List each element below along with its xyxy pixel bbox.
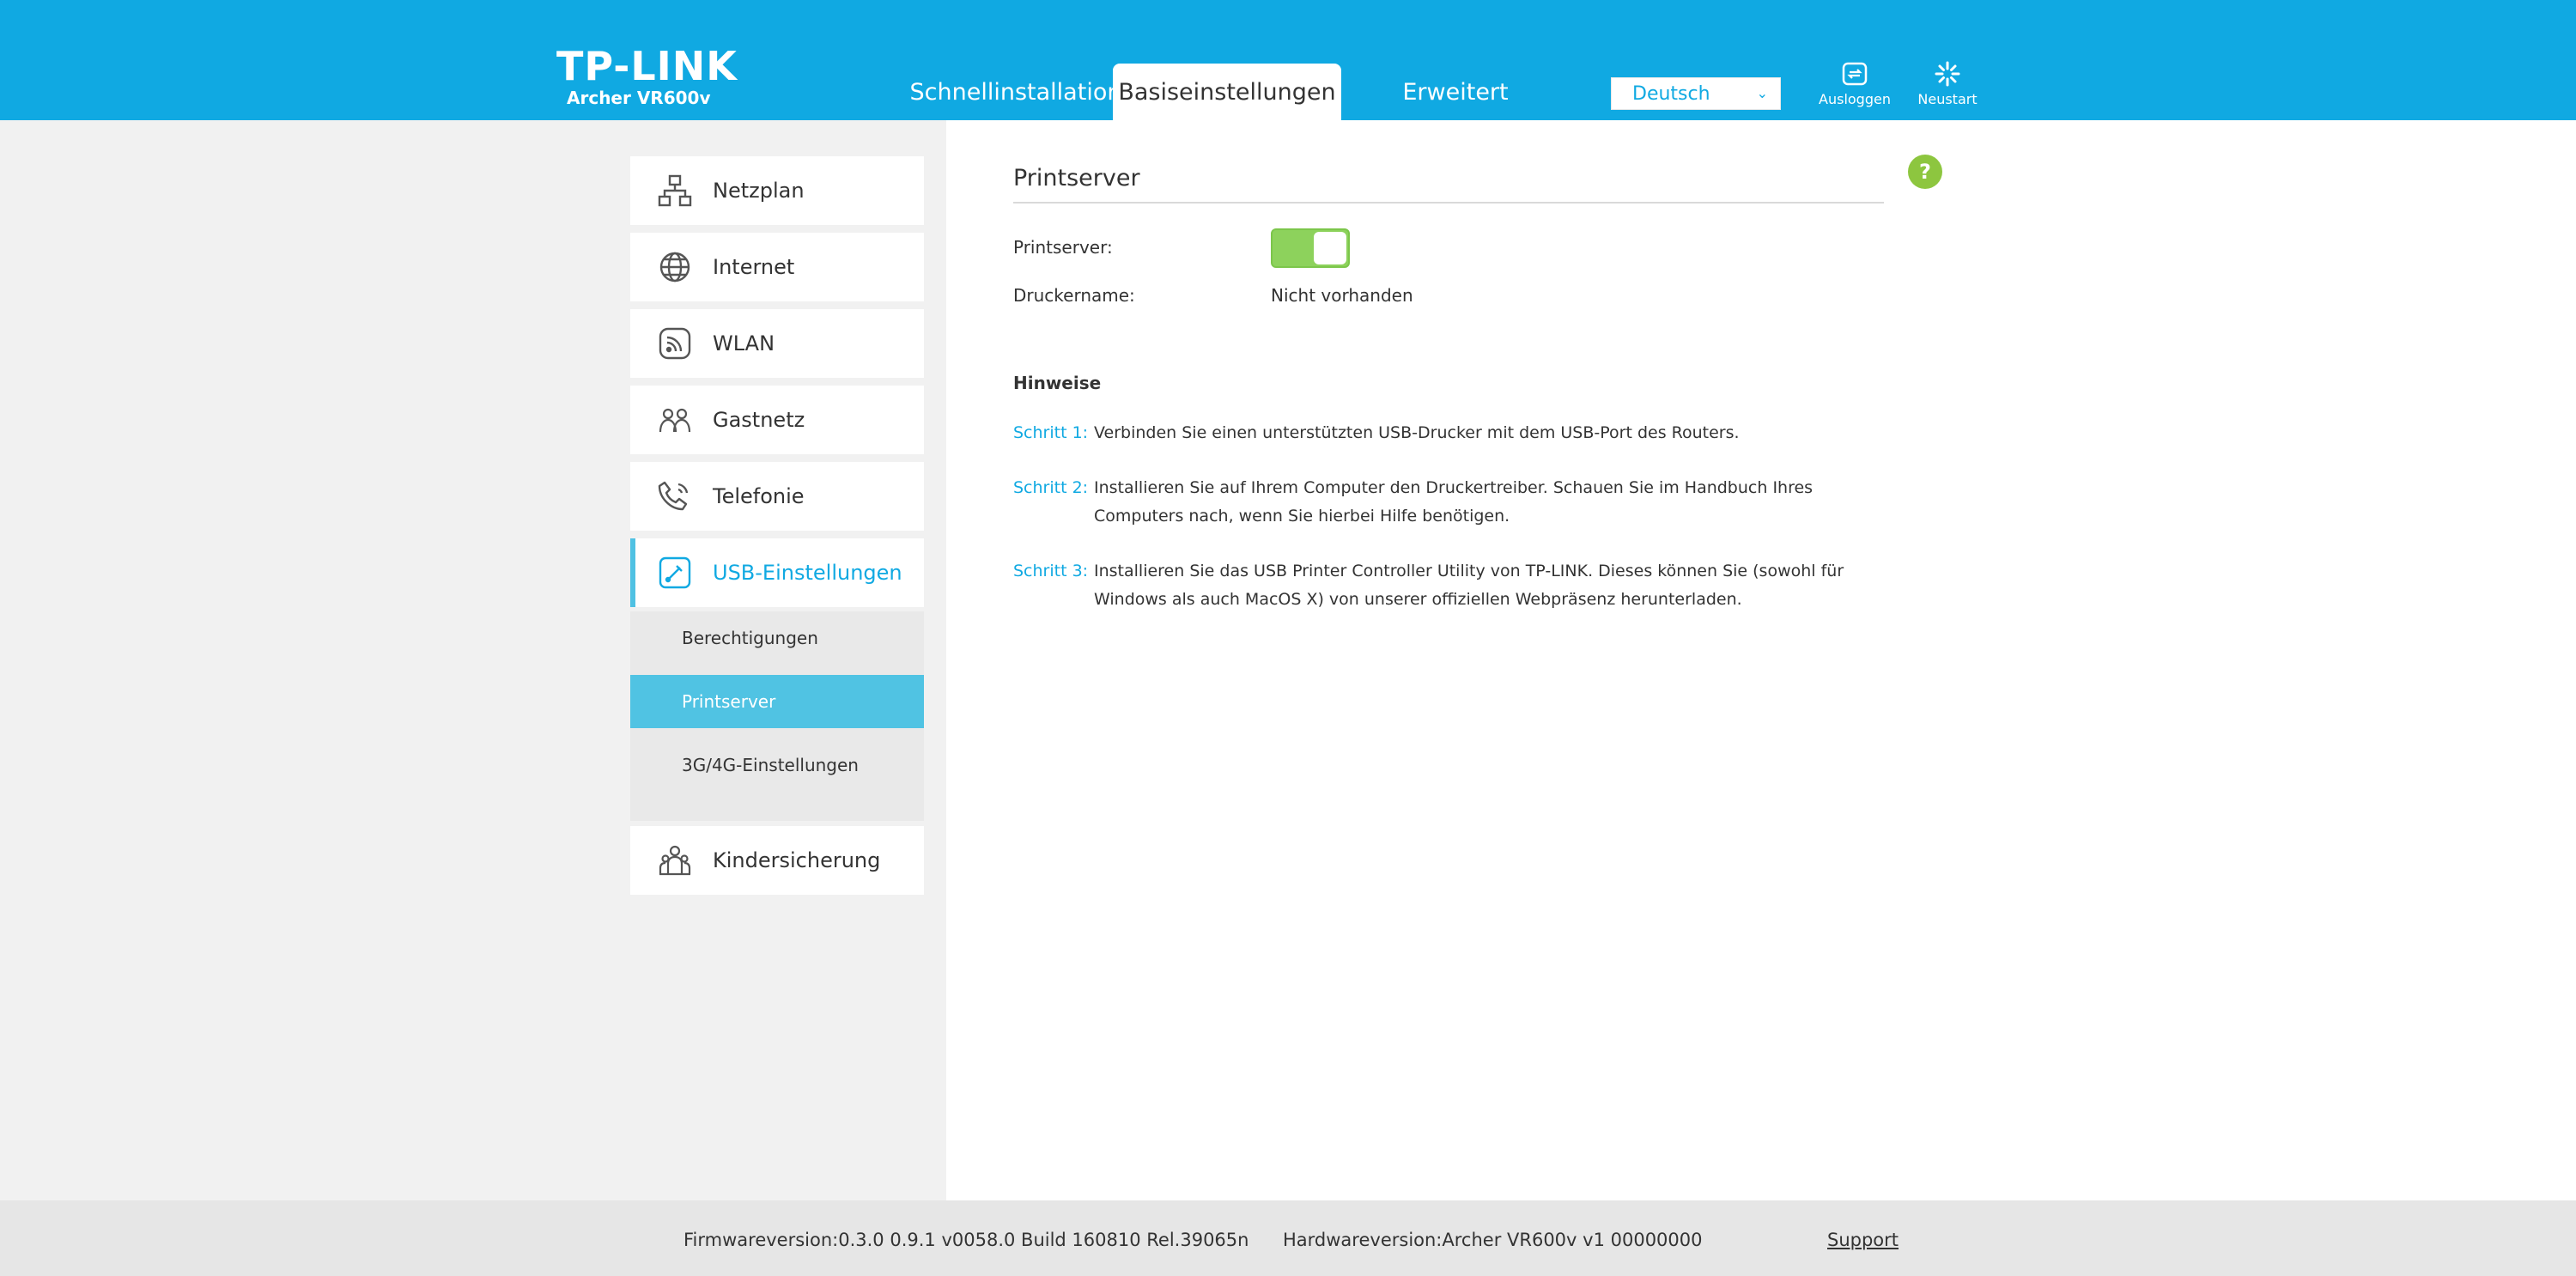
step-label: Schritt 1:	[1013, 423, 1089, 442]
globe-icon	[659, 252, 690, 283]
wireless-icon	[659, 327, 691, 360]
network-map-icon	[658, 174, 692, 207]
step-text: Installieren Sie auf Ihrem Computer den …	[1094, 478, 1814, 526]
submenu-item-3g4g-settings[interactable]: 3G/4G-Einstellungen	[630, 738, 924, 792]
title-divider	[1013, 202, 1884, 204]
printer-name-value: Nicht vorhanden	[1271, 285, 1413, 306]
sidebar-item-label: Kindersicherung	[713, 848, 881, 872]
submenu-item-printserver[interactable]: Printserver	[630, 675, 924, 728]
sidebar-item-label: Netzplan	[713, 179, 805, 203]
usb-settings-icon	[659, 556, 691, 589]
sidebar-item-label: Telefonie	[713, 484, 805, 508]
logout-button[interactable]: Ausloggen	[1812, 60, 1898, 112]
router-model: Archer VR600v	[567, 88, 711, 108]
step-text: Verbinden Sie einen unterstützten USB-Dr…	[1094, 423, 1740, 442]
sidebar-item-netzplan[interactable]: Netzplan	[630, 156, 924, 225]
footer: Firmwareversion:0.3.0 0.9.1 v0058.0 Buil…	[0, 1200, 2576, 1276]
step-1: Schritt 1: Verbinden Sie einen unterstüt…	[1013, 419, 1889, 447]
page-title: Printserver	[1013, 165, 1140, 191]
sidebar-item-usb-settings[interactable]: USB-Einstellungen	[630, 538, 924, 607]
tab-quick-setup[interactable]: Schnellinstallation	[893, 64, 1139, 120]
sidebar-item-label: Internet	[713, 255, 795, 279]
printserver-toggle[interactable]	[1271, 228, 1350, 268]
step-2: Schritt 2: Installieren Sie auf Ihrem Co…	[1013, 474, 1889, 531]
sidebar-item-kindersicherung[interactable]: Kindersicherung	[630, 826, 924, 895]
sidebar-item-gastnetz[interactable]: Gastnetz	[630, 386, 924, 454]
tab-advanced[interactable]: Erweitert	[1382, 64, 1528, 120]
sidebar-item-wlan[interactable]: WLAN	[630, 309, 924, 378]
printserver-label: Printserver:	[1013, 237, 1113, 258]
support-link[interactable]: Support	[1827, 1230, 1899, 1250]
reboot-label: Neustart	[1917, 91, 1978, 107]
tab-basic-settings[interactable]: Basiseinstellungen	[1113, 64, 1341, 120]
notes-title: Hinweise	[1013, 373, 1102, 393]
chevron-down-icon: ⌄	[1756, 85, 1768, 101]
sidebar-item-label: Gastnetz	[713, 408, 805, 432]
language-selected-value: Deutsch	[1632, 82, 1710, 105]
sidebar-item-label: WLAN	[713, 331, 775, 355]
main-content	[946, 120, 2576, 1200]
printer-name-label: Druckername:	[1013, 285, 1135, 306]
hardware-version: Hardwareversion:Archer VR600v v1 0000000…	[1283, 1230, 1703, 1250]
phone-icon	[658, 481, 689, 511]
firmware-version: Firmwareversion:0.3.0 0.9.1 v0058.0 Buil…	[683, 1230, 1249, 1250]
step-3: Schritt 3: Installieren Sie das USB Prin…	[1013, 557, 1889, 614]
reboot-button[interactable]: Neustart	[1905, 60, 1990, 112]
sidebar-item-internet[interactable]: Internet	[630, 233, 924, 301]
sidebar-item-label: USB-Einstellungen	[713, 561, 902, 585]
logout-label: Ausloggen	[1819, 91, 1891, 107]
tp-link-logo: TP-LINK	[556, 43, 738, 89]
language-select[interactable]: Deutsch ⌄	[1611, 77, 1781, 110]
guest-network-icon	[659, 408, 691, 433]
step-label: Schritt 2:	[1013, 478, 1089, 497]
usb-submenu: Berechtigungen Printserver 3G/4G-Einstel…	[630, 611, 924, 821]
toggle-knob	[1314, 232, 1346, 264]
parental-control-icon	[659, 845, 691, 876]
submenu-item-permissions[interactable]: Berechtigungen	[630, 611, 924, 665]
step-label: Schritt 3:	[1013, 562, 1089, 580]
reboot-icon	[1935, 61, 1960, 87]
logout-icon	[1842, 62, 1868, 86]
step-text: Installieren Sie das USB Printer Control…	[1094, 562, 1844, 609]
top-header: TP-LINK Archer VR600v Schnellinstallatio…	[0, 0, 2576, 120]
sidebar-item-telefonie[interactable]: Telefonie	[630, 462, 924, 531]
help-icon[interactable]: ?	[1908, 155, 1942, 189]
